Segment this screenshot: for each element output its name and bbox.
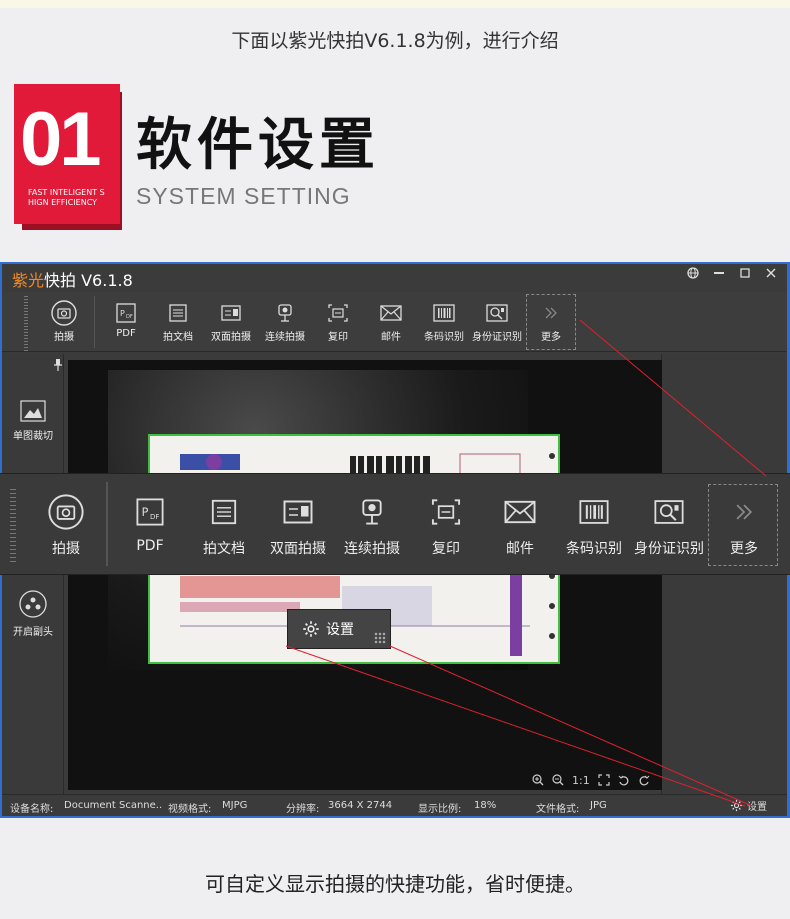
ratio-label: 显示比例:: [418, 804, 462, 815]
zoom-in-icon[interactable]: [532, 774, 544, 789]
status-settings-button[interactable]: 设置: [730, 798, 767, 813]
zoomed-duplex-button[interactable]: 双面拍摄: [258, 492, 338, 558]
zoomed-copy-button[interactable]: 复印: [406, 492, 486, 558]
zoomed-more-button[interactable]: 更多: [704, 492, 784, 558]
resolution-value: 3664 X 2744: [328, 800, 393, 811]
globe-icon[interactable]: [687, 267, 699, 283]
crop-image-icon: [20, 400, 46, 422]
mail-icon: [504, 500, 536, 524]
mail-icon: [380, 305, 402, 321]
zoomed-continuous-button[interactable]: 连续拍摄: [332, 492, 412, 558]
secondary-camera-icon: [19, 590, 47, 618]
id-card-icon: [221, 305, 241, 321]
window-title: 紫光快拍 V6.1.8: [12, 271, 133, 290]
rotate-left-icon[interactable]: [618, 774, 630, 789]
pdf-icon: P DF: [116, 303, 136, 323]
minimize-icon[interactable]: [713, 267, 725, 283]
document-icon: [211, 499, 237, 525]
settings-popup-label: 设置: [326, 622, 354, 638]
zoomed-mail-button[interactable]: 邮件: [480, 492, 560, 558]
section-number: 01: [20, 97, 102, 182]
zoomed-barcode-button[interactable]: 条码识别: [554, 492, 634, 558]
barcode-icon: [579, 500, 609, 524]
badge-subtext: FAST INTELIGENT S HIGN EFFICIENCY: [28, 188, 105, 207]
maximize-icon[interactable]: [739, 267, 751, 283]
pdf-icon: P DF: [136, 498, 164, 526]
id-scan-icon: [486, 304, 508, 322]
id-card-icon: [283, 500, 313, 524]
zoom-controls: 1:1: [532, 774, 650, 789]
resolution-label: 分辨率:: [286, 804, 320, 815]
gear-icon: [303, 621, 319, 637]
toolbar-barcode-button[interactable]: 条码识别: [416, 302, 472, 343]
document-icon: [169, 304, 187, 322]
top-strip: [0, 0, 790, 8]
zoomed-shoot-button[interactable]: 拍摄: [26, 492, 106, 558]
toolbar: 拍摄 P DF PDF 拍文档 双面拍摄 连续拍摄 复印 邮件 条码识别 身份证…: [2, 292, 787, 352]
svg-text:DF: DF: [126, 314, 133, 320]
toolbar-mail-button[interactable]: 邮件: [363, 302, 419, 343]
settings-popup-button[interactable]: 设置: [288, 610, 390, 648]
device-value: Document Scanne..: [64, 800, 163, 811]
toolbar-more-button[interactable]: 更多: [523, 302, 579, 343]
rotate-right-icon[interactable]: [638, 774, 650, 789]
actual-size-button[interactable]: 1:1: [572, 774, 590, 789]
status-bar: 设备名称: Document Scanne.. 视频格式: MJPG 分辨率: …: [2, 794, 787, 816]
svg-text:P: P: [142, 506, 149, 519]
copy-icon: [328, 304, 348, 322]
left-panel: 单图裁切 开启副头: [2, 354, 64, 794]
filetype-label: 文件格式:: [536, 804, 580, 815]
fit-screen-icon[interactable]: [598, 774, 610, 789]
zoomed-separator: [106, 482, 108, 566]
caption-text: 可自定义显示拍摄的快捷功能，省时便捷。: [205, 872, 585, 896]
ratio-value: 18%: [474, 800, 497, 811]
camera-icon: [48, 494, 84, 530]
pin-icon[interactable]: [54, 356, 62, 375]
zoomed-toolbar: 拍摄 P DF PDF 拍文档 双面拍摄 连续拍摄 复印 邮件 条码识别 身份证识…: [0, 474, 790, 574]
svg-text:P: P: [120, 309, 125, 318]
single-crop-button[interactable]: 单图裁切: [2, 400, 64, 442]
toolbar-continuous-button[interactable]: 连续拍摄: [257, 302, 313, 343]
toolbar-pdf-button[interactable]: P DF PDF: [98, 302, 154, 339]
close-icon[interactable]: [765, 267, 777, 283]
zoomed-pdf-button[interactable]: P DF PDF: [110, 492, 190, 554]
camera-icon: [51, 300, 77, 326]
svg-text:DF: DF: [150, 513, 159, 521]
format-value: MJPG: [222, 800, 248, 811]
device-label: 设备名称:: [10, 804, 54, 815]
id-scan-icon: [654, 500, 684, 524]
toolbar-copy-button[interactable]: 复印: [310, 302, 366, 343]
continuous-shoot-icon: [278, 304, 292, 322]
toolbar-grip[interactable]: [24, 295, 28, 351]
barcode-icon: [433, 304, 455, 322]
right-panel: [661, 354, 787, 794]
chevron-double-right-icon: [545, 307, 557, 319]
zoom-out-icon[interactable]: [552, 774, 564, 789]
section-subtitle: SYSTEM SETTING: [136, 183, 351, 209]
zoomed-document-button[interactable]: 拍文档: [184, 492, 264, 558]
copy-icon: [431, 499, 461, 525]
continuous-shoot-icon: [362, 499, 382, 525]
filetype-value: JPG: [590, 800, 607, 811]
toolbar-document-button[interactable]: 拍文档: [150, 302, 206, 343]
toolbar-id-scan-button[interactable]: 身份证识别: [469, 302, 525, 343]
toolbar-separator: [94, 296, 95, 348]
intro-text: 下面以紫光快拍V6.1.8为例，进行介绍: [231, 30, 559, 52]
toolbar-duplex-button[interactable]: 双面拍摄: [203, 302, 259, 343]
section-title: 软件设置: [136, 113, 380, 178]
title-bar: 紫光快拍 V6.1.8: [2, 264, 787, 290]
gear-icon: [730, 799, 743, 812]
chevron-double-right-icon: [736, 504, 753, 520]
section-badge: 01 FAST INTELIGENT S HIGN EFFICIENCY: [14, 84, 120, 224]
toolbar-shoot-button[interactable]: 拍摄: [36, 300, 92, 343]
window-controls: [687, 267, 777, 283]
format-label: 视频格式:: [168, 804, 212, 815]
resize-grip: [374, 632, 386, 644]
zoomed-id-scan-button[interactable]: 身份证识别: [628, 492, 710, 558]
open-secondary-camera-button[interactable]: 开启副头: [2, 590, 64, 638]
zoomed-toolbar-grip[interactable]: [10, 486, 16, 562]
